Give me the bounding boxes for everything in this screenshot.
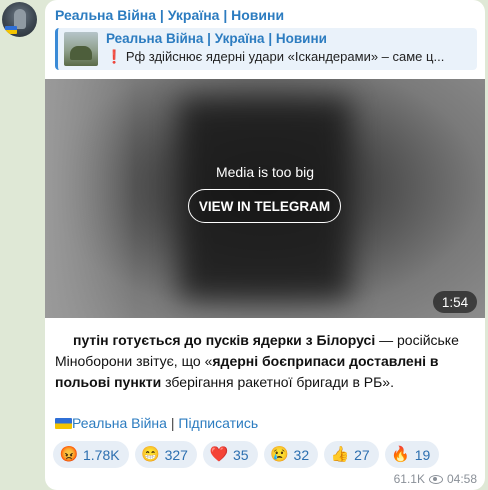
channel-link[interactable]: Реальна Війна — [72, 415, 167, 431]
signature-separator: | — [166, 415, 179, 431]
view-count: 61.1K — [393, 472, 425, 486]
forwarded-text: ❗ Рф здійснює ядерні удари «Іскандерами»… — [106, 49, 476, 65]
post-text-3: зберігання ракетної бригади в РБ». — [161, 374, 394, 390]
reaction-count: 1.78K — [83, 446, 120, 463]
channel-avatar[interactable] — [2, 2, 37, 37]
crying-face-icon: 😢 — [270, 445, 289, 463]
post-signature: Реальна Війна | Підписатись — [55, 415, 258, 431]
reaction-grin[interactable]: 😁 327 — [134, 441, 197, 468]
forwarded-snippet: Рф здійснює ядерні удари «Іскандерами» –… — [125, 49, 445, 64]
ukraine-flag-icon — [55, 418, 72, 429]
post-text-bold-1: путін готується до пусків ядерки з Білор… — [73, 332, 376, 348]
reaction-count: 32 — [293, 446, 310, 463]
subscribe-link[interactable]: Підписатись — [178, 415, 258, 431]
angry-face-icon: 😡 — [59, 445, 79, 463]
thumbnail-tree-shape — [70, 46, 92, 60]
reaction-fire[interactable]: 🔥 19 — [384, 441, 440, 468]
thumbs-up-icon: 👍 — [330, 445, 350, 463]
media-blur-left — [45, 79, 135, 318]
reaction-count: 35 — [232, 446, 249, 463]
video-duration: 1:54 — [433, 291, 477, 313]
media-too-big-message: Media is too big — [215, 164, 315, 180]
grinning-face-icon: 😁 — [141, 445, 160, 463]
message-meta: 61.1K 04:58 — [394, 472, 477, 486]
message-bubble: Реальна Війна | Україна | Новини Реальна… — [45, 0, 485, 490]
reaction-thumbs-up[interactable]: 👍 27 — [324, 441, 379, 468]
fire-icon: 🔥 — [391, 445, 411, 463]
view-in-telegram-button[interactable]: VIEW IN TELEGRAM — [188, 189, 341, 223]
reactions-bar: 😡 1.78K 😁 327 ❤️ 35 😢 32 👍 27 🔥 19 — [53, 441, 440, 468]
reaction-heart[interactable]: ❤️ 35 — [202, 441, 258, 468]
ukraine-flag-icon — [5, 26, 17, 34]
forwarded-thumbnail — [64, 32, 98, 66]
channel-name[interactable]: Реальна Війна | Україна | Новини — [55, 7, 284, 23]
message-time: 04:58 — [446, 472, 477, 486]
reaction-count: 19 — [414, 446, 431, 463]
reaction-cry[interactable]: 😢 32 — [263, 441, 319, 468]
reaction-count: 327 — [164, 446, 188, 463]
eye-icon — [428, 474, 443, 484]
forwarded-message-preview[interactable]: Реальна Війна | Україна | Новини ❗ Рф зд… — [55, 28, 477, 70]
reaction-count: 27 — [354, 446, 370, 463]
reaction-angry[interactable]: 😡 1.78K — [53, 441, 129, 468]
exclamation-icon: ❗ — [106, 49, 123, 64]
forwarded-title: Реальна Війна | Україна | Новини — [106, 31, 327, 46]
red-heart-icon: ❤️ — [209, 445, 229, 463]
post-text: путін готується до пусків ядерки з Білор… — [55, 330, 475, 393]
video-media[interactable]: Media is too big VIEW IN TELEGRAM 1:54 — [45, 79, 485, 318]
